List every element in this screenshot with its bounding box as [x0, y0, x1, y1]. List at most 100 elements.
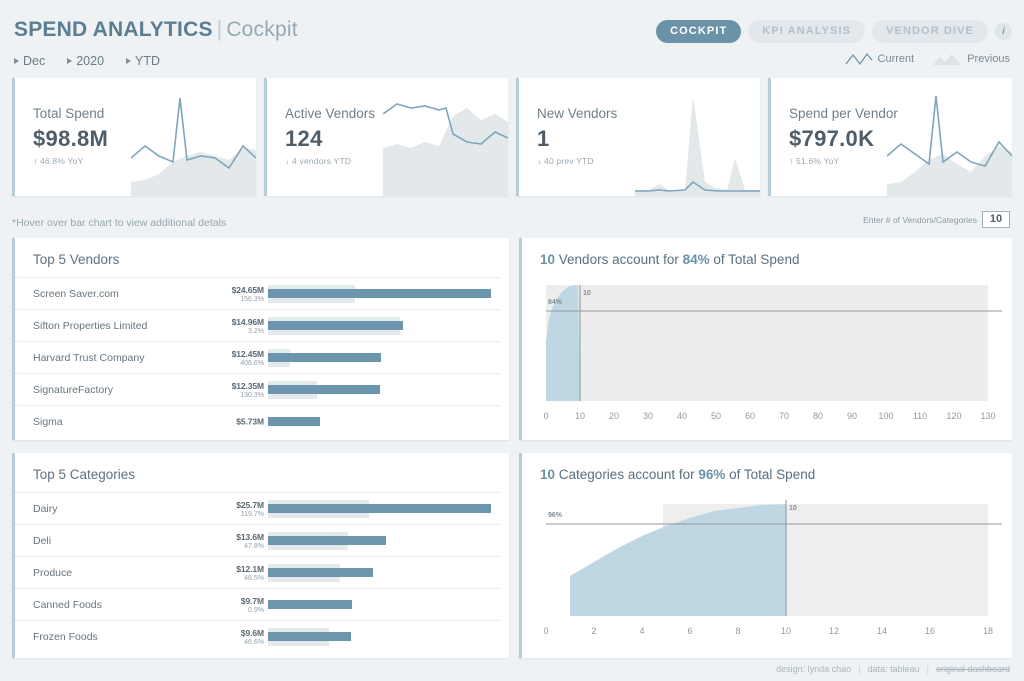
pareto-title-categories: 10 Categories account for 96% of Total S…	[522, 453, 1012, 482]
kpi-delta: ↓ 4 vendors YTD	[285, 156, 352, 166]
svg-text:0: 0	[543, 626, 548, 636]
filter-period[interactable]: YTD	[126, 54, 160, 68]
legend-item-previous: Previous	[932, 52, 1010, 66]
sparkline-new-vendors	[635, 96, 760, 196]
kpi-delta: ↓ 40 prev YTD	[537, 156, 594, 166]
bar-label: Deli	[33, 534, 52, 547]
vendor-count-input[interactable]: 10	[982, 211, 1010, 228]
dashboard-page: SPEND ANALYTICS | Cockpit Dec 2020 YTD COC…	[0, 0, 1024, 681]
pareto-count: 10	[540, 252, 556, 267]
table-row[interactable]: Sifton Properties Limited $14.96M 3.2%	[15, 309, 499, 341]
bar-value-block: $24.65M 156.3%	[212, 285, 264, 303]
filter-month[interactable]: Dec	[14, 54, 45, 68]
svg-text:130: 130	[980, 411, 995, 421]
bar-current	[268, 353, 381, 362]
svg-text:6: 6	[687, 626, 692, 636]
table-row[interactable]: Harvard Trust Company $12.45M 406.6%	[15, 341, 499, 373]
pareto-title-mid: Vendors account for	[555, 252, 683, 267]
bar-value-block: $13.6M 47.8%	[212, 532, 264, 550]
kpi-card-total-spend[interactable]: Total Spend $98.8M ↑ 46.8% YoY	[12, 78, 256, 196]
bar-subvalue: 46.5%	[244, 574, 264, 582]
bar-value-block: $5.73M	[212, 416, 264, 427]
legend-label-current: Current	[877, 53, 915, 65]
pareto-pct: 96%	[698, 467, 726, 482]
bar-subvalue: 47.8%	[244, 542, 264, 550]
svg-text:10: 10	[781, 626, 791, 636]
svg-text:14: 14	[877, 626, 887, 636]
bar-current	[268, 385, 380, 394]
table-row[interactable]: Deli $13.6M 47.8%	[15, 524, 499, 556]
table-row[interactable]: Produce $12.1M 46.5%	[15, 556, 499, 588]
kpi-card-spend-per-vendor[interactable]: Spend per Vendor $797.0K ↑ 51.6% YoY	[768, 78, 1012, 196]
bar-value: $12.35M	[231, 380, 264, 391]
pareto-title-end: of Total Spend	[709, 252, 800, 267]
filter-year[interactable]: 2020	[67, 54, 104, 68]
pareto-pct: 84%	[682, 252, 710, 267]
category-bar-list: Dairy $25.7M 119.7% Deli $13.6M 47.8% Pr…	[15, 492, 509, 652]
table-row[interactable]: Frozen Foods $9.6M 46.6%	[15, 620, 499, 652]
threshold-label: 84%	[548, 299, 563, 306]
bar-track	[268, 348, 491, 367]
bar-track	[268, 596, 491, 614]
area-glyph-icon	[933, 54, 962, 65]
svg-text:110: 110	[913, 411, 927, 421]
tab-vendor-dive[interactable]: VENDOR DIVE	[872, 20, 988, 43]
bar-value: $12.1M	[236, 563, 264, 574]
table-row[interactable]: Canned Foods $9.7M 0.9%	[15, 588, 499, 620]
sparkline-spend-per-vendor	[887, 95, 1012, 196]
bar-value-block: $9.7M 0.9%	[212, 596, 264, 614]
kpi-value: 124	[285, 126, 323, 151]
table-row[interactable]: Screen Saver.com $24.65M 156.3%	[15, 277, 499, 309]
bar-label: Dairy	[33, 502, 58, 515]
legend-item-current: Current	[845, 52, 915, 66]
bar-track	[268, 499, 491, 518]
kpi-card-new-vendors[interactable]: New Vendors 1 ↓ 40 prev YTD	[516, 78, 760, 196]
bar-label: Harvard Trust Company	[33, 351, 145, 364]
header: SPEND ANALYTICS | Cockpit Dec 2020 YTD COC…	[0, 0, 1024, 78]
footer-separator: |	[858, 664, 861, 674]
kpi-value: 1	[537, 126, 550, 151]
table-row[interactable]: Dairy $25.7M 119.7%	[15, 492, 499, 524]
bar-value: $13.6M	[236, 531, 264, 542]
bar-value-block: $14.96M 3.2%	[212, 317, 264, 335]
bar-value: $14.96M	[231, 316, 264, 327]
kpi-label: New Vendors	[537, 106, 618, 121]
bar-label: SignatureFactory	[33, 383, 113, 396]
bar-current	[268, 632, 352, 641]
page-title: SPEND ANALYTICS | Cockpit	[14, 18, 298, 42]
bar-track	[268, 563, 491, 582]
pareto-chart-categories[interactable]: 96% 10 0 2 4 6 8 10 12 14 16 18	[532, 486, 1002, 646]
legend-label-previous: Previous	[967, 53, 1010, 65]
bar-label: Sifton Properties Limited	[33, 319, 148, 332]
bar-subvalue: 406.6%	[240, 359, 264, 367]
bar-current	[268, 417, 320, 426]
kpi-value: $797.0K	[789, 126, 875, 151]
bar-value-block: $12.1M 46.5%	[212, 564, 264, 582]
svg-text:50: 50	[711, 411, 721, 421]
tab-cockpit[interactable]: COCKPIT	[656, 20, 742, 43]
pareto-chart-vendors[interactable]: 84% 10 0 10 20 30 40 50 60 70 80 90 100 …	[532, 271, 1002, 431]
filter-period-label: YTD	[135, 54, 161, 68]
panel-title-categories: Top 5 Categories	[33, 467, 136, 482]
footer-original-dashboard-link[interactable]: original dashboard	[936, 664, 1010, 674]
vendor-count-control: Enter # of Vendors/Categories 10	[863, 211, 1010, 228]
svg-text:18: 18	[983, 626, 993, 636]
chevron-right-icon	[67, 58, 73, 64]
table-row[interactable]: SignatureFactory $12.35M 130.3%	[15, 373, 499, 405]
kpi-label: Total Spend	[33, 106, 105, 121]
bar-track	[268, 531, 491, 550]
svg-text:90: 90	[847, 411, 857, 421]
chevron-right-icon	[14, 58, 19, 64]
vendor-bar-list: Screen Saver.com $24.65M 156.3% Sifton P…	[15, 277, 509, 437]
bar-value: $12.45M	[231, 348, 264, 359]
kpi-card-active-vendors[interactable]: Active Vendors 124 ↓ 4 vendors YTD	[264, 78, 508, 196]
panel-top-vendors: Top 5 Vendors Screen Saver.com $24.65M 1…	[12, 238, 509, 440]
bar-value: $9.6M	[240, 627, 264, 638]
table-row[interactable]: Sigma $5.73M	[15, 405, 499, 437]
threshold-label: 96%	[548, 512, 563, 519]
bar-value: $25.7M	[236, 499, 264, 510]
svg-text:40: 40	[677, 411, 687, 421]
info-icon[interactable]: i	[995, 23, 1012, 40]
tab-kpi-analysis[interactable]: KPI ANALYSIS	[748, 20, 866, 43]
svg-text:100: 100	[878, 411, 893, 421]
